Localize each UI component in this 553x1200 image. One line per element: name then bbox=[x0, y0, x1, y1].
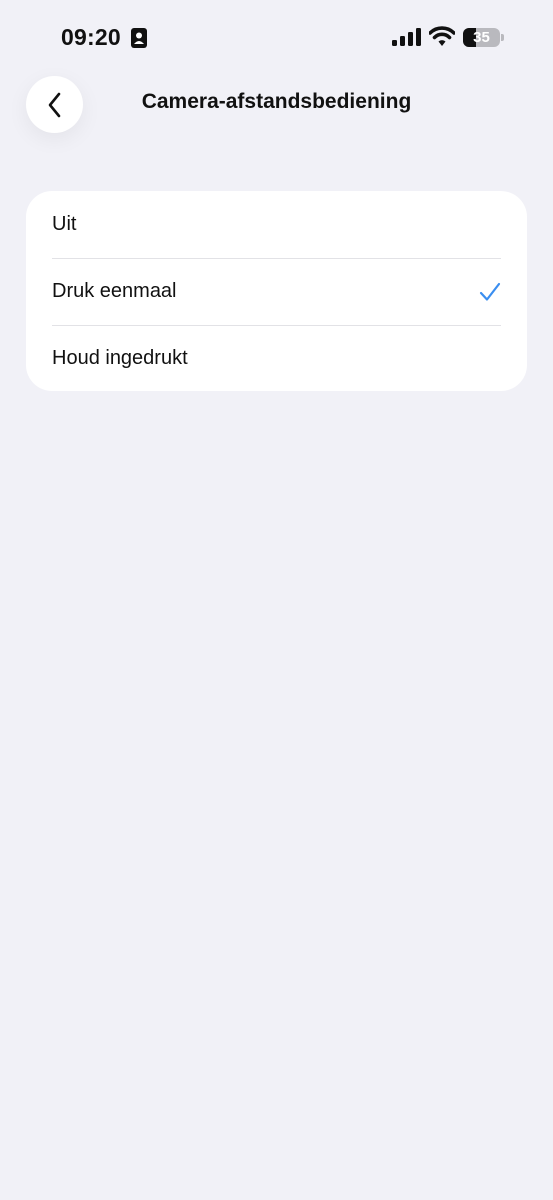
option-label: Houd ingedrukt bbox=[52, 347, 188, 369]
battery-cap bbox=[501, 34, 504, 41]
option-label: Uit bbox=[52, 213, 77, 235]
signal-icon bbox=[392, 28, 421, 46]
status-bar: 09:20 35 bbox=[0, 0, 553, 76]
contact-card-icon bbox=[131, 28, 147, 48]
option-houd-ingedrukt[interactable]: Houd ingedrukt bbox=[26, 325, 527, 391]
battery-icon: 35 bbox=[463, 28, 505, 47]
option-druk-eenmaal[interactable]: Druk eenmaal bbox=[26, 258, 527, 325]
status-time: 09:20 bbox=[61, 24, 121, 50]
option-uit[interactable]: Uit bbox=[26, 191, 527, 258]
battery-text: 35 bbox=[473, 29, 490, 46]
options-card: Uit Druk eenmaal Houd ingedrukt bbox=[26, 191, 527, 391]
page-title: Camera-afstandsbediening bbox=[141, 90, 412, 113]
option-label: Druk eenmaal bbox=[52, 280, 177, 302]
checkmark-icon bbox=[479, 282, 501, 301]
wifi-icon bbox=[429, 26, 455, 46]
battery-body: 35 bbox=[463, 28, 500, 47]
